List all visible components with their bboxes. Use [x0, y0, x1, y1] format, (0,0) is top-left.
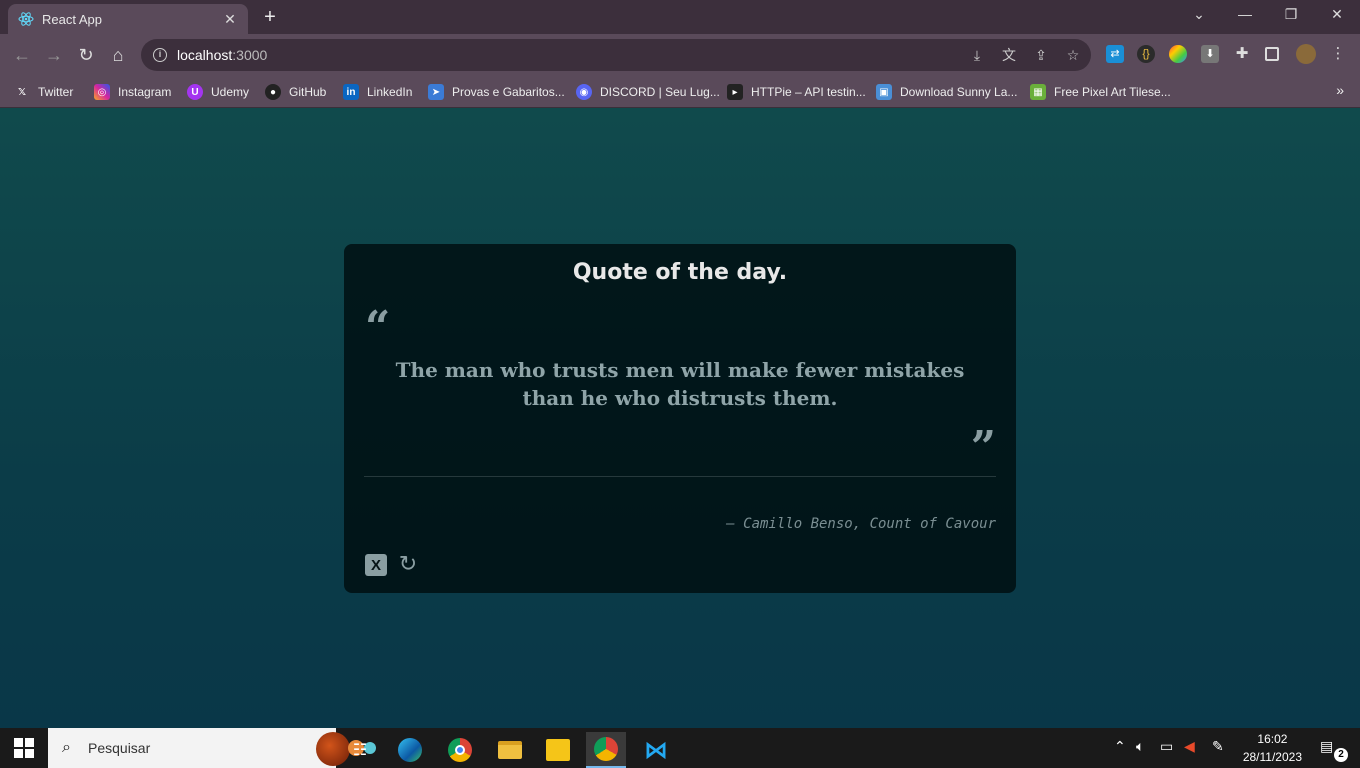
extension-json-icon[interactable]: {}	[1137, 45, 1155, 63]
back-arrow-icon[interactable]: ←	[10, 43, 34, 67]
vscode-icon[interactable]: ⋈	[636, 732, 676, 768]
new-tab-button[interactable]: +	[260, 6, 280, 28]
close-window-button[interactable]: ✕	[1314, 0, 1360, 30]
windows-start-icon[interactable]	[14, 738, 34, 758]
close-quote-icon: ”	[970, 422, 996, 473]
extensions-puzzle-icon[interactable]: ✚	[1233, 45, 1251, 63]
bookmark-item[interactable]: in LinkedIn	[343, 82, 412, 102]
tab-react-app[interactable]: React App ✕	[8, 4, 248, 34]
bookmark-item[interactable]: ◎ Instagram	[94, 82, 171, 102]
new-quote-refresh-icon[interactable]: ↻	[396, 552, 420, 576]
mute-icon[interactable]: ◀	[1184, 738, 1195, 755]
bookmarks-bar: 𝕏 Twitter ◎ Instagram U Udemy ● GitHub in Lin…	[0, 76, 1360, 108]
tray-expand-icon[interactable]: ⌃	[1114, 738, 1126, 755]
notification-count-badge: 2	[1334, 748, 1348, 762]
browser-tab-strip: React App ✕ + ⌄ — ❐ ✕	[0, 0, 1360, 34]
minimize-button[interactable]: —	[1222, 0, 1268, 30]
extension-translate-icon[interactable]: ⇄	[1106, 45, 1124, 63]
profile-avatar[interactable]	[1296, 44, 1316, 64]
divider	[364, 476, 996, 477]
bookmark-item[interactable]: 𝕏 Twitter	[14, 82, 73, 102]
bookmark-item[interactable]: ● GitHub	[265, 82, 326, 102]
windows-taskbar: ⌕ Pesquisar ☷ ⋈ ⌃ 🔈︎ ▭ ◀ ✎ 16:02 28/11/2…	[0, 728, 1360, 768]
chrome-browser-icon[interactable]	[440, 732, 480, 768]
task-view-icon[interactable]: ☷	[340, 732, 380, 768]
udemy-icon: U	[187, 84, 203, 100]
tab-title: React App	[42, 11, 102, 27]
pen-icon[interactable]: ✎	[1212, 738, 1224, 755]
discord-icon: ◉	[576, 84, 592, 100]
page-content: Quote of the day. “ The man who trusts m…	[0, 108, 1360, 728]
clock-date: 28/11/2023	[1242, 750, 1302, 764]
quote-card: Quote of the day. “ The man who trusts m…	[344, 244, 1016, 593]
bookmark-item[interactable]: ▣ Download Sunny La...	[876, 82, 1017, 102]
tab-search-icon[interactable]: ⌄	[1176, 0, 1222, 30]
bookmark-item[interactable]: ➤ Provas e Gabaritos...	[428, 82, 565, 102]
search-placeholder: Pesquisar	[88, 740, 151, 756]
share-icon[interactable]: ⇪	[1031, 45, 1051, 65]
react-logo-icon	[18, 11, 34, 27]
taskbar-clock[interactable]: 16:02 28/11/2023	[1243, 730, 1302, 766]
install-app-icon[interactable]: ⤓	[967, 45, 987, 65]
bookmark-star-icon[interactable]: ☆	[1063, 45, 1083, 65]
instagram-icon: ◎	[94, 84, 110, 100]
home-icon[interactable]: ⌂	[106, 43, 130, 67]
site-info-icon[interactable]: i	[153, 48, 167, 62]
search-icon: ⌕	[62, 739, 71, 756]
bookmark-item[interactable]: ▦ Free Pixel Art Tilese...	[1030, 82, 1171, 102]
pixel-art-icon: ▦	[1030, 84, 1046, 100]
address-url: localhost:3000	[177, 47, 268, 63]
tweet-x-icon[interactable]: X	[365, 554, 387, 576]
provas-icon: ➤	[428, 84, 444, 100]
x-logo-icon: 𝕏	[17, 86, 27, 98]
bookmark-item[interactable]: ◉ DISCORD | Seu Lug...	[576, 82, 720, 102]
bookmarks-overflow-icon[interactable]: »	[1336, 82, 1344, 98]
network-icon[interactable]: ▭	[1160, 738, 1173, 755]
volume-icon[interactable]: 🔈︎	[1136, 738, 1144, 755]
menu-kebab-icon[interactable]: ⋮	[1329, 45, 1347, 63]
extension-download-icon[interactable]: ⬇	[1201, 45, 1219, 63]
github-icon: ●	[265, 84, 281, 100]
bookmark-item[interactable]: ▸ HTTPie – API testin...	[727, 82, 866, 102]
chrome-profile-active-icon[interactable]	[586, 732, 626, 768]
tab-close-icon[interactable]: ✕	[222, 11, 238, 28]
quote-author: – Camillo Benso, Count of Cavour	[726, 516, 996, 532]
bookmark-item[interactable]: U Udemy	[187, 82, 249, 102]
browser-toolbar: ← → ↻ ⌂ i localhost:3000 ⤓ 文 ⇪ ☆ ⇄ {} ⬇ …	[0, 34, 1360, 76]
notification-center-icon[interactable]: ▤ 2	[1320, 738, 1348, 762]
taskbar-search-box[interactable]: ⌕ Pesquisar	[48, 728, 376, 768]
quote-text: The man who trusts men will make fewer m…	[395, 358, 965, 410]
card-title: Quote of the day.	[572, 260, 788, 285]
address-bar[interactable]: i localhost:3000 ⤓ 文 ⇪ ☆	[141, 39, 1091, 71]
file-explorer-icon[interactable]	[490, 732, 530, 768]
sticky-notes-icon[interactable]	[538, 732, 578, 768]
clock-time: 16:02	[1257, 732, 1288, 746]
open-quote-icon: “	[365, 302, 391, 353]
linkedin-icon: in	[343, 84, 359, 100]
image-icon: ▣	[876, 84, 892, 100]
translate-icon[interactable]: 文	[999, 45, 1019, 65]
side-panel-icon[interactable]	[1265, 47, 1279, 61]
extension-color-icon[interactable]	[1169, 45, 1187, 63]
restore-button[interactable]: ❐	[1268, 0, 1314, 30]
httpie-icon: ▸	[727, 84, 743, 100]
edge-browser-icon[interactable]	[390, 732, 430, 768]
forward-arrow-icon[interactable]: →	[42, 43, 66, 67]
reload-icon[interactable]: ↻	[74, 43, 98, 67]
